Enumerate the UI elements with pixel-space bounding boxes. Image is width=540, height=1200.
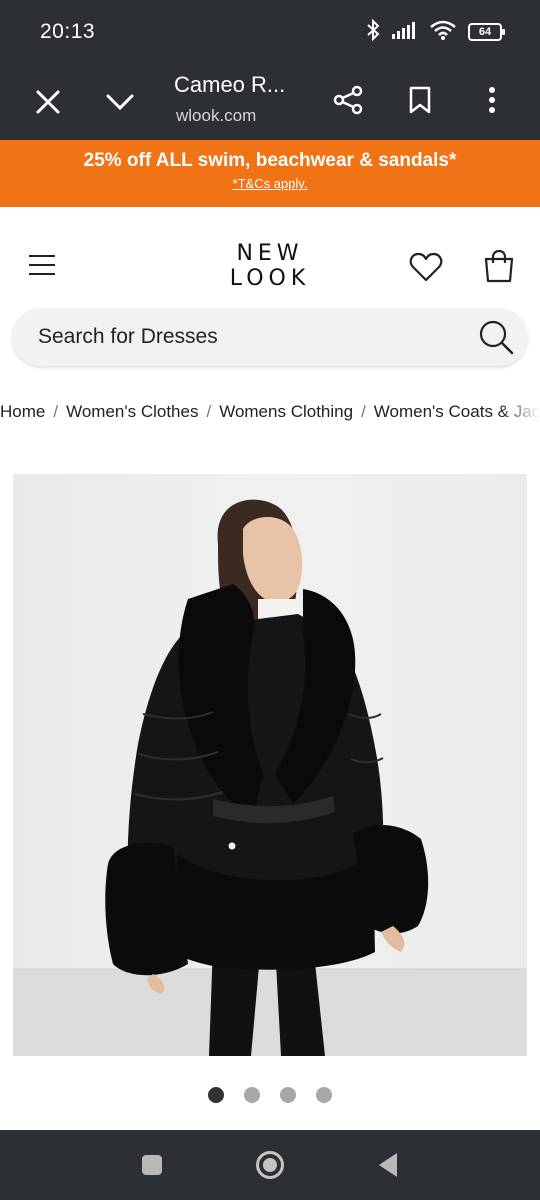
breadcrumb-home[interactable]: Home xyxy=(0,402,45,422)
browser-toolbar: Cameo R... wlook.com xyxy=(0,64,540,140)
logo-line-new: NEW xyxy=(236,241,304,266)
promo-headline[interactable]: 25% off ALL swim, beachwear & sandals* xyxy=(0,150,540,172)
breadcrumb-womens-clothing[interactable]: Womens Clothing xyxy=(219,402,353,422)
heart-icon[interactable] xyxy=(406,247,446,287)
battery-icon: 64 xyxy=(468,23,505,41)
site-header: NEW LOOK xyxy=(0,207,540,307)
signal-icon xyxy=(392,21,418,44)
system-nav-bar xyxy=(0,1130,540,1200)
search-icon[interactable] xyxy=(478,319,514,360)
search-bar[interactable]: Search for Dresses xyxy=(12,308,528,366)
breadcrumb-separator: / xyxy=(206,402,212,421)
bookmark-icon[interactable] xyxy=(400,80,440,120)
carousel-dot[interactable] xyxy=(208,1087,224,1103)
more-icon[interactable] xyxy=(472,80,512,120)
status-icons: 64 xyxy=(366,18,505,46)
share-icon[interactable] xyxy=(328,80,368,120)
chevron-down-icon[interactable] xyxy=(100,82,140,122)
close-icon[interactable] xyxy=(28,82,68,122)
breadcrumb-womens-coats[interactable]: Women's Coats & Jackets xyxy=(374,402,540,422)
site-logo[interactable]: NEW LOOK xyxy=(200,241,340,291)
bag-icon[interactable] xyxy=(479,245,519,287)
status-bar: 20:13 64 xyxy=(0,0,540,64)
breadcrumb: Home / Women's Clothes / Womens Clothing / Wom… xyxy=(0,402,540,426)
bluetooth-icon xyxy=(366,18,380,46)
breadcrumb-separator: / xyxy=(53,402,59,421)
product-image[interactable] xyxy=(13,474,527,1056)
carousel-dot[interactable] xyxy=(280,1087,296,1103)
carousel-dot[interactable] xyxy=(244,1087,260,1103)
tab-url[interactable]: wlook.com xyxy=(176,106,256,126)
status-time: 20:13 xyxy=(40,20,96,43)
promo-banner[interactable]: 25% off ALL swim, beachwear & sandals* *… xyxy=(0,140,540,207)
back-icon[interactable] xyxy=(366,1130,410,1200)
breadcrumb-womens-clothes[interactable]: Women's Clothes xyxy=(66,402,198,422)
home-icon[interactable] xyxy=(248,1130,292,1200)
recents-icon[interactable] xyxy=(130,1130,174,1200)
search-input[interactable]: Search for Dresses xyxy=(38,325,218,349)
breadcrumb-separator: / xyxy=(361,402,366,421)
wifi-icon xyxy=(430,20,456,45)
menu-icon[interactable] xyxy=(26,247,58,283)
product-photo-illustration xyxy=(13,474,527,1056)
logo-line-look: LOOK xyxy=(229,266,311,291)
tab-title[interactable]: Cameo R... xyxy=(174,72,285,98)
carousel-dot[interactable] xyxy=(316,1087,332,1103)
carousel-dots xyxy=(0,1087,540,1103)
promo-terms-link[interactable]: *T&Cs apply. xyxy=(0,176,540,191)
